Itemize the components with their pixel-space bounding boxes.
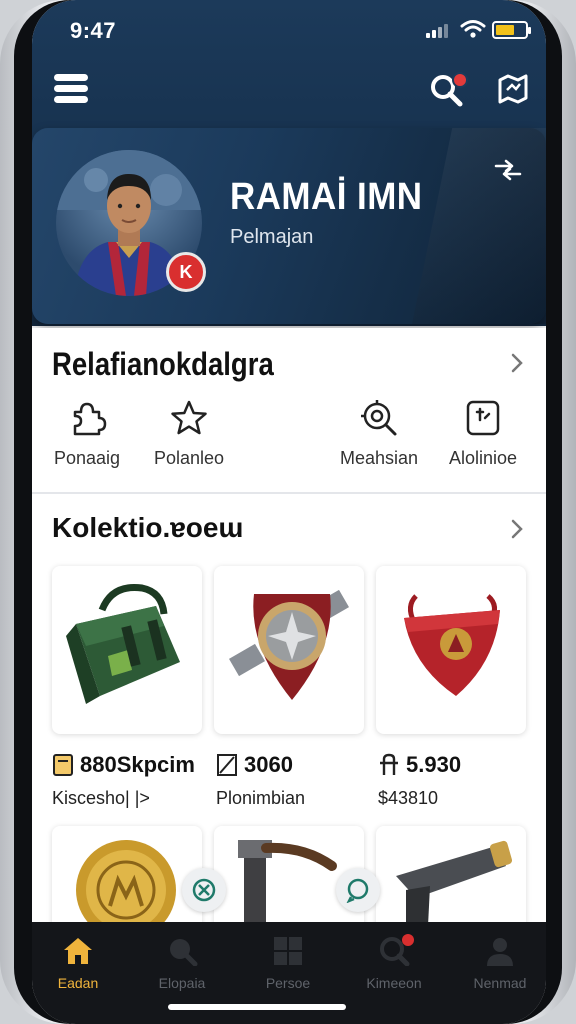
profile-badge[interactable]: K — [166, 252, 206, 292]
handle-icon — [380, 753, 398, 775]
item-price: 5.930 — [378, 752, 461, 778]
action-label: Alolinioe — [448, 448, 518, 468]
item-subtitle: Plonimbian — [216, 788, 306, 808]
chat-fab-button[interactable] — [336, 868, 380, 912]
item-price-value: 3060 — [244, 752, 293, 777]
action-label: Polanleo — [153, 448, 225, 468]
menu-icon[interactable] — [54, 74, 88, 104]
home-icon — [64, 938, 92, 964]
item-subtitle: Kiscesho| |> — [52, 788, 150, 808]
collection-item-bag[interactable] — [52, 566, 202, 734]
collection-item-shield[interactable] — [214, 566, 364, 734]
chevron-right-icon[interactable] — [510, 352, 524, 374]
profile-card[interactable]: K RAMAİ IMN Pelmajan — [32, 128, 546, 324]
nav-item-home[interactable]: Eadan — [32, 936, 128, 991]
nav-item-grid[interactable]: Persoe — [238, 936, 338, 991]
collection-item-blaster[interactable] — [376, 826, 526, 936]
chat-icon — [346, 878, 369, 903]
collection-section: Kolektio.ɐoeɯ 880Skpcim Kiscesho| |> 306… — [32, 494, 546, 936]
section-title: Kolektio.ɐoeɯ — [52, 512, 244, 543]
bag-image — [66, 583, 180, 704]
action-label: Meahsian — [339, 448, 419, 468]
nav-label: Elopaia — [158, 975, 206, 991]
item-price: 3060 — [216, 752, 293, 778]
action-ponaaig[interactable]: Ponaaig — [32, 398, 142, 478]
swap-icon[interactable] — [492, 158, 524, 182]
profile-role: Pelmajan — [230, 226, 314, 248]
battery-icon — [492, 21, 531, 39]
gold-bar-icon — [53, 754, 73, 776]
wifi-icon — [460, 20, 486, 38]
item-price-value: 880Skpcim — [80, 752, 195, 777]
section-title: Relafianokdalgra — [52, 346, 274, 382]
user-icon — [487, 938, 513, 966]
star-icon — [171, 400, 207, 435]
nav-label: Persoe — [265, 975, 311, 991]
profile-name: RAMAİ IMN — [230, 176, 423, 218]
medal-image — [76, 840, 176, 936]
collection-item-medal[interactable] — [52, 826, 202, 936]
signal-icon — [426, 22, 452, 38]
action-meahsian[interactable]: Meahsian — [324, 398, 434, 478]
nav-item-explore[interactable]: Elopaia — [132, 936, 232, 991]
nav-label: Nenmad — [473, 975, 527, 991]
card-decoration — [412, 128, 546, 324]
action-alolinioe[interactable]: Alolinioe — [428, 398, 538, 478]
puzzle-icon — [73, 402, 107, 436]
document-icon — [466, 400, 500, 436]
nav-item-profile[interactable]: Nenmad — [450, 936, 546, 991]
nav-item-search[interactable]: Kimeeon — [344, 936, 444, 991]
map-icon[interactable] — [496, 72, 530, 106]
action-label: Ponaaig — [53, 448, 121, 468]
status-time: 9:47 — [70, 18, 117, 43]
item-price-value: 5.930 — [406, 752, 462, 777]
slash-box-icon — [217, 754, 237, 776]
grid-icon — [274, 937, 302, 965]
blaster-image — [396, 840, 513, 930]
collection-item-pendant[interactable] — [376, 566, 526, 734]
search-bubble-icon — [170, 939, 198, 967]
target-search-icon — [361, 400, 397, 436]
item-subtitle: $43810 — [378, 788, 439, 808]
status-bar: 9:47 — [32, 12, 546, 48]
home-indicator[interactable] — [168, 1004, 346, 1010]
notification-dot — [402, 934, 414, 946]
close-circle-icon — [192, 878, 216, 902]
app-screen: 9:47 K RAMAİ IMN Pelmajan Relafianokdalg… — [32, 0, 546, 1024]
action-polanleo[interactable]: Polanleo — [134, 398, 244, 478]
pendant-image — [404, 594, 500, 696]
chevron-right-icon[interactable] — [510, 518, 524, 540]
item-price: 880Skpcim — [52, 752, 195, 778]
nav-label: Kimeeon — [366, 975, 422, 991]
cancel-fab-button[interactable] — [182, 868, 226, 912]
quick-actions-section: Relafianokdalgra Ponaaig Polanleo Meahsi… — [32, 328, 546, 492]
shield-image — [229, 589, 349, 700]
notification-dot — [452, 72, 468, 88]
nav-label: Eadan — [57, 975, 99, 991]
